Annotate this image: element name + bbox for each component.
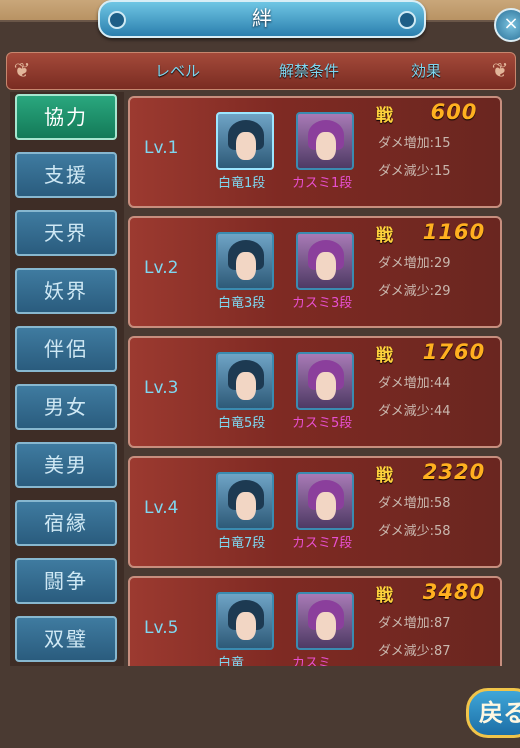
portrait-hakuryu[interactable]	[216, 232, 274, 290]
power-value: 1760	[422, 340, 486, 364]
back-button[interactable]: 戻る	[466, 688, 520, 738]
damage-up-stat: ダメ増加:29	[378, 256, 451, 271]
condition-char2: カスミ7段	[292, 536, 353, 551]
sidebar-item-souheki[interactable]: 双璧	[15, 616, 117, 662]
sidebar-item-bidan[interactable]: 美男	[15, 442, 117, 488]
power-value: 600	[430, 100, 478, 124]
condition-char2: カスミ1段	[292, 176, 353, 191]
power-icon: 戦	[376, 106, 393, 126]
power-icon: 戦	[376, 226, 393, 246]
power-icon: 戦	[376, 586, 393, 606]
portrait-kasumi[interactable]	[296, 232, 354, 290]
condition-char1: 白竜	[218, 656, 245, 666]
condition-char1: 白竜5段	[218, 416, 266, 431]
damage-down-stat: ダメ減少:87	[378, 644, 451, 659]
power-value: 1160	[422, 220, 486, 244]
portrait-kasumi[interactable]	[296, 472, 354, 530]
level-label: Lv.5	[144, 618, 179, 638]
category-sidebar: 協力 支援 天界 妖界 伴侶 男女 美男 宿縁 闘争 双璧	[10, 92, 124, 666]
swirl-ornament-icon: ❦	[13, 58, 31, 82]
portrait-kasumi[interactable]	[296, 592, 354, 650]
damage-down-stat: ダメ減少:44	[378, 404, 451, 419]
sidebar-item-kyouryoku[interactable]: 協力	[15, 94, 117, 140]
level-card: Lv.4 白竜7段 カスミ7段 戦 2320 ダメ増加:58 ダメ減少:58	[128, 456, 502, 568]
swirl-ornament-icon: ❦	[491, 58, 509, 82]
condition-char1: 白竜3段	[218, 296, 266, 311]
portrait-hakuryu[interactable]	[216, 592, 274, 650]
sidebar-item-danjo[interactable]: 男女	[15, 384, 117, 430]
level-card: Lv.5 白竜 カスミ 戦 3480 ダメ増加:87 ダメ減少:87	[128, 576, 502, 666]
close-icon: ×	[503, 13, 519, 34]
sidebar-item-shien[interactable]: 支援	[15, 152, 117, 198]
window-title-tab: 絆	[98, 0, 426, 38]
sidebar-item-shukuen[interactable]: 宿縁	[15, 500, 117, 546]
close-button[interactable]: ×	[494, 8, 520, 42]
ornament-right	[398, 11, 416, 29]
condition-char2: カスミ3段	[292, 296, 353, 311]
header-effect: 効果	[411, 62, 442, 80]
power-value: 2320	[422, 460, 486, 484]
damage-up-stat: ダメ増加:15	[378, 136, 451, 151]
power-value: 3480	[422, 580, 486, 604]
power-icon: 戦	[376, 466, 393, 486]
portrait-kasumi[interactable]	[296, 352, 354, 410]
level-card: Lv.3 白竜5段 カスミ5段 戦 1760 ダメ増加:44 ダメ減少:44	[128, 336, 502, 448]
column-header-bar: ❦ レベル 解禁条件 効果 ❦	[6, 52, 516, 90]
header-condition: 解禁条件	[279, 62, 340, 80]
sidebar-item-hanryo[interactable]: 伴侶	[15, 326, 117, 372]
sidebar-item-tenkai[interactable]: 天界	[15, 210, 117, 256]
window-title: 絆	[252, 6, 272, 30]
damage-up-stat: ダメ増加:87	[378, 616, 451, 631]
header-level: レベル	[155, 62, 201, 80]
damage-down-stat: ダメ減少:29	[378, 284, 451, 299]
level-label: Lv.4	[144, 498, 179, 518]
portrait-kasumi[interactable]	[296, 112, 354, 170]
bond-level-list[interactable]: Lv.1 白竜1段 カスミ1段 戦 600 ダメ増加:15 ダメ減少:15 Lv…	[128, 94, 506, 666]
level-label: Lv.1	[144, 138, 179, 158]
condition-char2: カスミ	[292, 656, 332, 666]
condition-char2: カスミ5段	[292, 416, 353, 431]
portrait-hakuryu[interactable]	[216, 472, 274, 530]
damage-down-stat: ダメ減少:58	[378, 524, 451, 539]
power-icon: 戦	[376, 346, 393, 366]
ornament-left	[108, 11, 126, 29]
damage-up-stat: ダメ増加:58	[378, 496, 451, 511]
damage-up-stat: ダメ増加:44	[378, 376, 451, 391]
sidebar-item-tousou[interactable]: 闘争	[15, 558, 117, 604]
level-label: Lv.2	[144, 258, 179, 278]
level-card: Lv.2 白竜3段 カスミ3段 戦 1160 ダメ増加:29 ダメ減少:29	[128, 216, 502, 328]
condition-char1: 白竜7段	[218, 536, 266, 551]
condition-char1: 白竜1段	[218, 176, 266, 191]
sidebar-item-youkai[interactable]: 妖界	[15, 268, 117, 314]
level-label: Lv.3	[144, 378, 179, 398]
level-card: Lv.1 白竜1段 カスミ1段 戦 600 ダメ増加:15 ダメ減少:15	[128, 96, 502, 208]
damage-down-stat: ダメ減少:15	[378, 164, 451, 179]
portrait-hakuryu[interactable]	[216, 352, 274, 410]
portrait-hakuryu[interactable]	[216, 112, 274, 170]
